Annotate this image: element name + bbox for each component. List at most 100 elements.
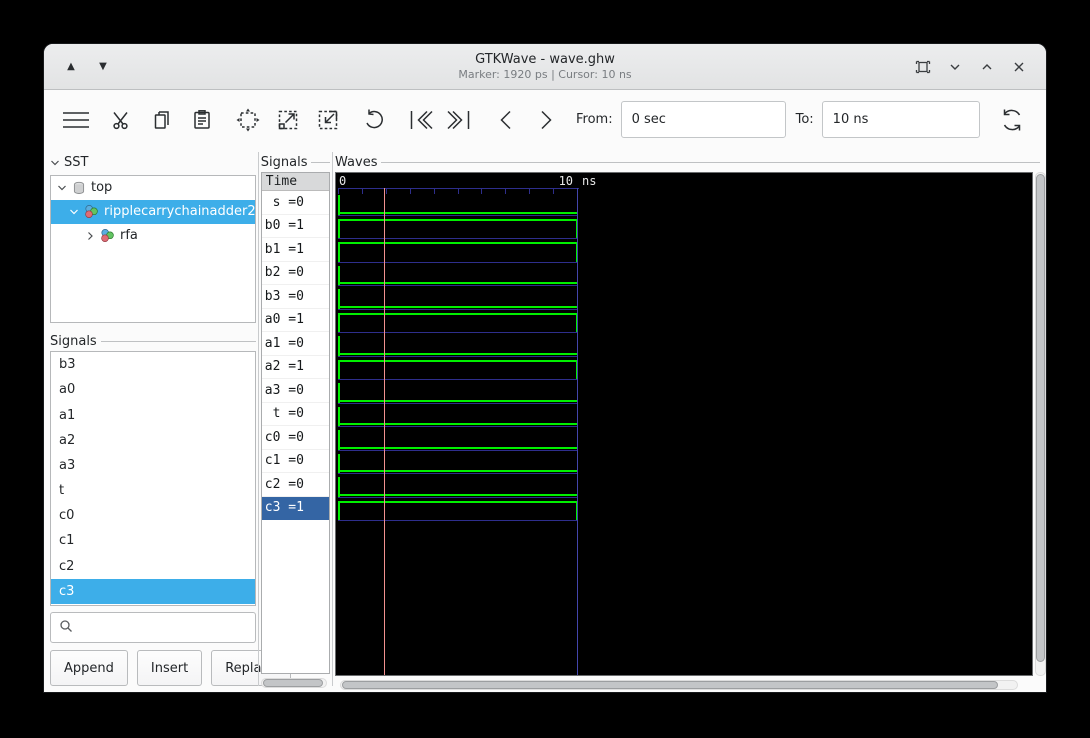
timeline-axis — [338, 188, 580, 189]
sst-collapse-icon[interactable] — [50, 158, 60, 168]
gtkwave-window: ▲ ▼ GTKWave - wave.ghw Marker: 1920 ps |… — [44, 44, 1047, 692]
expander-down-icon[interactable] — [57, 183, 67, 193]
signal-value-row[interactable]: a1 =0 — [261, 332, 330, 356]
signals-hscrollbar[interactable] — [260, 678, 327, 688]
list-item[interactable]: a0 — [51, 377, 255, 402]
sst-panel: SST top ripplecarrychainadder20 rfa Sign… — [44, 150, 291, 692]
list-item[interactable]: c2 — [51, 554, 255, 579]
paste-icon[interactable] — [182, 100, 222, 140]
zoom-in-icon[interactable] — [268, 100, 308, 140]
signal-rows: s =0 b0 =1 b1 =1 b2 =0 b3 =0 a0 =1 a1 =0 a2 =1 a… — [261, 191, 330, 520]
signal-value-row[interactable]: a3 =0 — [261, 379, 330, 403]
tree-item-top[interactable]: top — [51, 176, 255, 200]
toolbar: From: To: — [44, 90, 1046, 149]
zoom-out-icon[interactable] — [308, 100, 348, 140]
step-back-icon[interactable] — [486, 100, 526, 140]
wave-row — [338, 380, 578, 404]
left-signals-label: Signals — [50, 333, 97, 349]
waves-hscrollbar[interactable] — [340, 680, 1019, 690]
titlebar: ▲ ▼ GTKWave - wave.ghw Marker: 1920 ps |… — [44, 44, 1046, 90]
waves-label: Waves — [335, 154, 378, 170]
expander-down-icon[interactable] — [69, 207, 79, 217]
from-input[interactable] — [620, 101, 786, 138]
module-icon — [100, 228, 115, 243]
list-item[interactable]: a1 — [51, 402, 255, 427]
step-forward-icon[interactable] — [526, 100, 566, 140]
database-icon — [72, 181, 86, 195]
wave-row — [338, 498, 578, 521]
signal-value-row[interactable]: c0 =0 — [261, 426, 330, 450]
wave-canvas[interactable]: 0 10 ns — [335, 172, 1034, 676]
list-item[interactable]: c0 — [51, 503, 255, 528]
insert-button[interactable]: Insert — [136, 650, 203, 687]
signals-column: Signals Time s =0 b0 =1 b1 =1 b2 =0 b3 =0 a0 … — [260, 150, 331, 692]
scrollbar-thumb[interactable] — [1036, 174, 1046, 662]
cut-icon[interactable] — [102, 100, 142, 140]
maximize-icon[interactable] — [912, 56, 934, 78]
copy-icon[interactable] — [142, 100, 182, 140]
tree-item-label: top — [91, 180, 113, 196]
splitter-left[interactable] — [256, 150, 261, 692]
scrollbar-thumb[interactable] — [262, 679, 323, 687]
waves-panel: Waves 0 10 ns — [335, 150, 1047, 692]
menu-icon[interactable] — [56, 100, 96, 140]
wave-row — [338, 192, 578, 216]
skip-to-end-icon[interactable] — [440, 100, 480, 140]
list-item[interactable]: a3 — [51, 453, 255, 478]
wave-row — [338, 239, 578, 263]
search-icon — [59, 618, 73, 637]
chevron-up-icon[interactable] — [976, 56, 998, 78]
wave-row — [338, 474, 578, 498]
signal-value-row[interactable]: b3 =0 — [261, 285, 330, 309]
list-item[interactable]: c1 — [51, 528, 255, 553]
tree-item-label: rfa — [120, 228, 138, 244]
signal-value-row[interactable]: c2 =0 — [261, 473, 330, 497]
wave-row — [338, 357, 578, 380]
from-label: From: — [576, 112, 613, 127]
list-item[interactable]: t — [51, 478, 255, 503]
expander-right-icon[interactable] — [85, 231, 95, 241]
timeline-unit-label: ns — [582, 174, 597, 188]
triangle-up-icon[interactable]: ▲ — [62, 58, 80, 76]
sst-label: SST — [64, 155, 89, 171]
signal-value-row[interactable]: t =0 — [261, 403, 330, 426]
zoom-fit-icon[interactable] — [228, 100, 268, 140]
signal-value-row[interactable]: b0 =1 — [261, 215, 330, 238]
append-button[interactable]: Append — [50, 650, 128, 687]
skip-to-start-icon[interactable] — [400, 100, 440, 140]
to-label: To: — [795, 112, 814, 127]
cursor-line[interactable] — [577, 188, 579, 675]
undo-icon[interactable] — [354, 100, 394, 140]
signal-value-row[interactable]: s =0 — [261, 191, 330, 215]
waves-vscrollbar[interactable] — [1035, 172, 1047, 676]
signal-search-list: b3 a0 a1 a2 a3 t c0 c1 c2 c3 — [50, 351, 256, 607]
signal-value-row[interactable]: c3 =1 — [261, 496, 330, 520]
module-icon — [84, 204, 99, 219]
to-input[interactable] — [821, 101, 980, 138]
window-title: GTKWave - wave.ghw — [475, 52, 615, 67]
wave-row — [338, 216, 578, 239]
time-header[interactable]: Time — [261, 173, 330, 191]
tree-item-rfa[interactable]: rfa — [51, 224, 255, 248]
list-item[interactable]: b3 — [51, 352, 255, 377]
signals-column-label: Signals — [260, 154, 308, 170]
search-input[interactable] — [79, 613, 255, 643]
chevron-down-icon[interactable] — [944, 56, 966, 78]
scrollbar-thumb[interactable] — [342, 681, 998, 689]
signal-value-row[interactable]: b1 =1 — [261, 238, 330, 262]
wave-row — [338, 427, 578, 451]
signal-value-row[interactable]: b2 =0 — [261, 262, 330, 285]
signal-value-row[interactable]: c1 =0 — [261, 450, 330, 473]
list-item[interactable]: c3 — [51, 578, 255, 604]
marker-cursor-status: Marker: 1920 ps | Cursor: 10 ns — [458, 68, 632, 81]
signal-search-box[interactable] — [50, 612, 256, 644]
triangle-down-icon[interactable]: ▼ — [94, 58, 112, 76]
marker-line[interactable] — [384, 188, 386, 675]
reload-icon[interactable] — [992, 100, 1032, 140]
close-icon[interactable] — [1008, 56, 1030, 78]
wave-row — [338, 263, 578, 286]
signal-value-row[interactable]: a0 =1 — [261, 309, 330, 332]
tree-item-ripplecarrychainadder[interactable]: ripplecarrychainadder20 — [51, 199, 255, 224]
list-item[interactable]: a2 — [51, 428, 255, 453]
signal-value-row[interactable]: a2 =1 — [261, 356, 330, 379]
